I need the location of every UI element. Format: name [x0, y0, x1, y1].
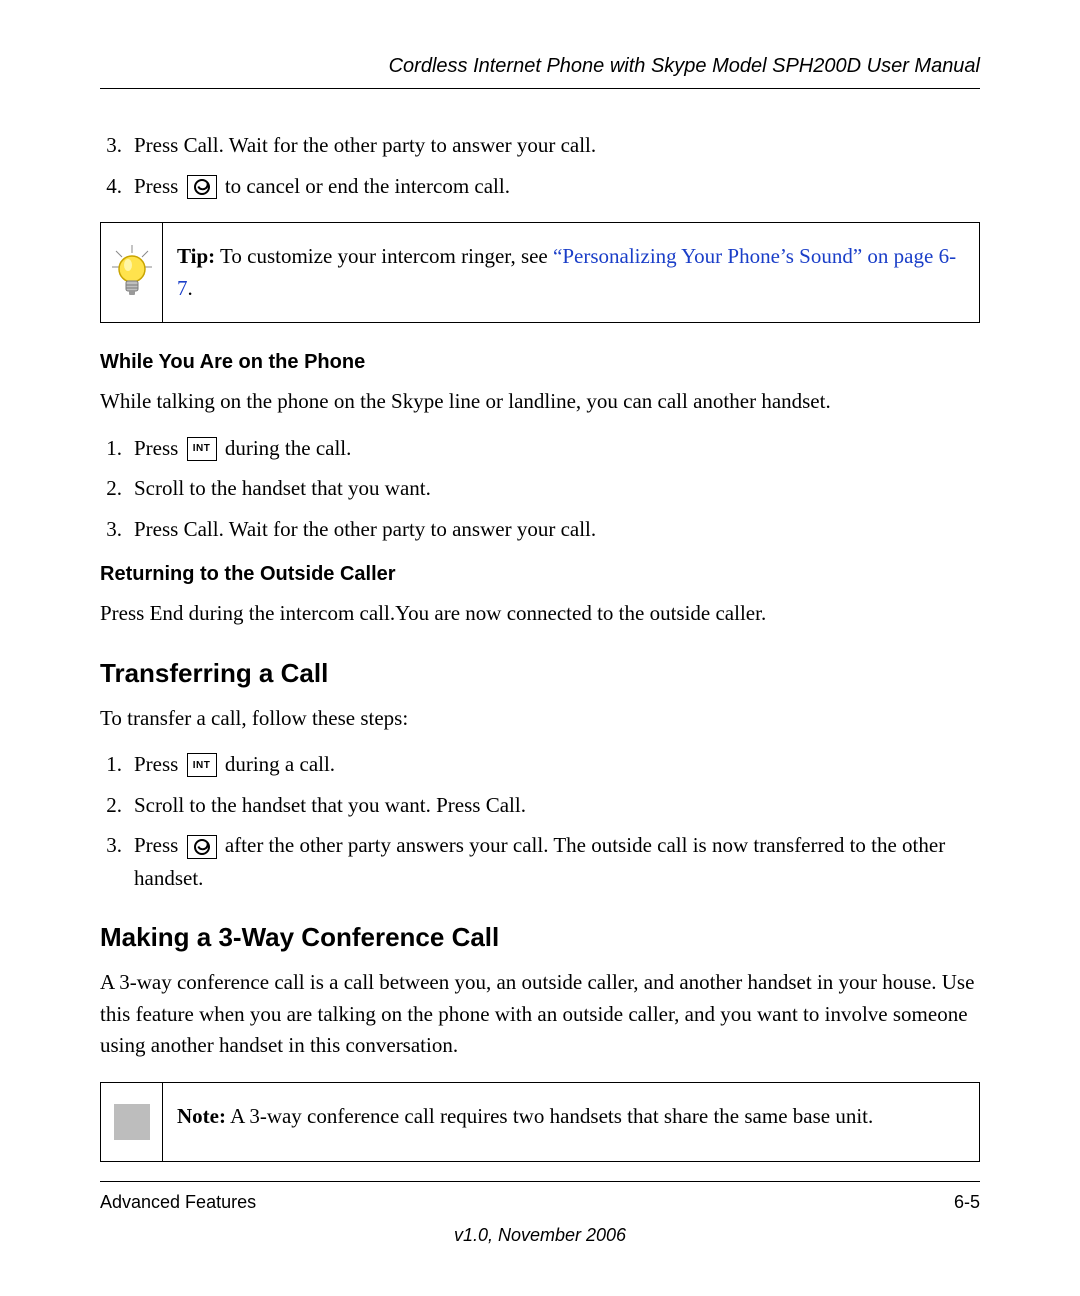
list-text: Scroll to the handset that you want.	[134, 472, 980, 505]
ordered-list: 1. Press INT during a call. 2. Scroll to…	[100, 748, 980, 894]
heading-3way: Making a 3-Way Conference Call	[100, 922, 980, 953]
subheading-returning: Returning to the Outside Caller	[100, 563, 980, 586]
note-callout: Note: A 3-way conference call requires t…	[100, 1082, 980, 1162]
text-post: to cancel or end the intercom call.	[220, 174, 510, 198]
list-item: 4. Press to cancel or end the intercom c…	[100, 170, 980, 203]
list-number: 1.	[100, 432, 134, 465]
end-call-key-icon	[187, 175, 217, 199]
page-header: Cordless Internet Phone with Skype Model…	[100, 55, 980, 89]
list-text: Press after the other party answers your…	[134, 829, 980, 894]
page-footer: Advanced Features 6-5 v1.0, November 200…	[100, 1181, 980, 1246]
heading-transferring: Transferring a Call	[100, 658, 980, 689]
list-number: 4.	[100, 170, 134, 203]
list-text: Press to cancel or end the intercom call…	[134, 170, 980, 203]
footer-version: v1.0, November 2006	[100, 1225, 980, 1246]
list-text: Press INT during a call.	[134, 748, 980, 781]
list-number: 3.	[100, 513, 134, 546]
list-item: 1. Press INT during the call.	[100, 432, 980, 465]
list-number: 1.	[100, 748, 134, 781]
paragraph: Press End during the intercom call.You a…	[100, 598, 980, 630]
list-item: 2. Scroll to the handset that you want. …	[100, 789, 980, 822]
list-item: 2. Scroll to the handset that you want.	[100, 472, 980, 505]
int-key-icon: INT	[187, 437, 217, 461]
note-label: Note:	[177, 1104, 226, 1128]
subheading-while-on-phone: While You Are on the Phone	[100, 351, 980, 374]
note-text: Note: A 3-way conference call requires t…	[163, 1083, 979, 1161]
list-text: Press Call. Wait for the other party to …	[134, 513, 980, 546]
list-text: Press Call. Wait for the other party to …	[134, 129, 980, 162]
continued-list: 3. Press Call. Wait for the other party …	[100, 129, 980, 202]
note-body: A 3-way conference call requires two han…	[226, 1104, 873, 1128]
lightbulb-icon	[101, 223, 163, 322]
list-item: 1. Press INT during a call.	[100, 748, 980, 781]
end-call-key-icon	[187, 835, 217, 859]
list-item: 3. Press Call. Wait for the other party …	[100, 129, 980, 162]
list-text: Press INT during the call.	[134, 432, 980, 465]
text-pre: Press	[134, 833, 184, 857]
text-pre: Press	[134, 436, 184, 460]
int-key-label: INT	[193, 758, 211, 774]
text-pre: Press	[134, 174, 184, 198]
list-number: 3.	[100, 829, 134, 894]
list-text: Scroll to the handset that you want. Pre…	[134, 789, 980, 822]
paragraph: To transfer a call, follow these steps:	[100, 703, 980, 735]
note-icon	[101, 1083, 163, 1161]
tip-callout: Tip: To customize your intercom ringer, …	[100, 222, 980, 323]
text-post: after the other party answers your call.…	[134, 833, 945, 890]
text-post: during the call.	[220, 436, 352, 460]
paragraph: A 3-way conference call is a call betwee…	[100, 967, 980, 1062]
tip-text: Tip: To customize your intercom ringer, …	[163, 223, 979, 322]
text-post: during a call.	[220, 752, 335, 776]
tip-after: .	[188, 276, 193, 300]
list-number: 3.	[100, 129, 134, 162]
paragraph: While talking on the phone on the Skype …	[100, 386, 980, 418]
list-item: 3. Press Call. Wait for the other party …	[100, 513, 980, 546]
tip-body: To customize your intercom ringer, see	[215, 244, 553, 268]
tip-label: Tip:	[177, 244, 215, 268]
footer-section: Advanced Features	[100, 1192, 256, 1213]
list-number: 2.	[100, 472, 134, 505]
footer-page-number: 6-5	[954, 1192, 980, 1213]
list-number: 2.	[100, 789, 134, 822]
int-key-label: INT	[193, 441, 211, 457]
int-key-icon: INT	[187, 753, 217, 777]
text-pre: Press	[134, 752, 184, 776]
list-item: 3. Press after the other party answers y…	[100, 829, 980, 894]
ordered-list: 1. Press INT during the call. 2. Scroll …	[100, 432, 980, 546]
